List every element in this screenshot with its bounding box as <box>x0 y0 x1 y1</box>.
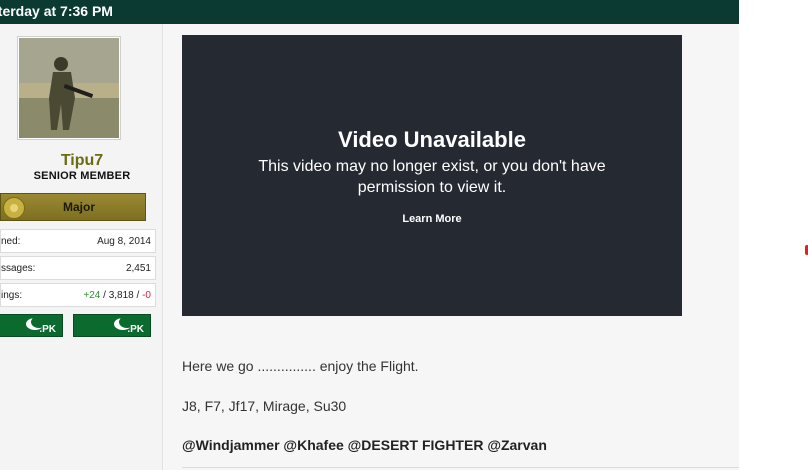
learn-more-link[interactable]: Learn More <box>182 213 682 225</box>
video-unavailable-message: This video may no longer exist, or you d… <box>258 158 606 196</box>
country-flag-badge[interactable]: .PK <box>0 314 63 337</box>
post-text-line: J8, F7, Jf17, Mirage, Su30 <box>182 398 347 414</box>
negative-ratings: -0 <box>142 290 151 301</box>
ratings-separator: / <box>133 290 143 301</box>
page-margin <box>739 0 808 470</box>
post-timestamp[interactable]: sterday at 7:36 PM <box>0 3 113 19</box>
flag-label: .PK <box>39 324 56 335</box>
post-text-line: Here we go ............... enjoy the Fli… <box>182 358 419 374</box>
post-content: Video Unavailable This video may no long… <box>163 24 739 470</box>
stat-value[interactable]: 2,451 <box>126 263 151 274</box>
stat-messages: ssages: 2,451 <box>0 256 156 280</box>
user-mentions[interactable]: @Windjammer @Khafee @DESERT FIGHTER @Zar… <box>182 437 547 453</box>
user-title: SENIOR MEMBER <box>33 170 131 182</box>
stat-value: Aug 8, 2014 <box>97 236 151 247</box>
stat-label: ned: <box>1 236 21 247</box>
soldier-avatar-image <box>19 38 119 138</box>
username[interactable]: Tipu7 <box>0 152 164 170</box>
post-divider <box>182 467 739 468</box>
country-flag-badge[interactable]: .PK <box>73 314 151 337</box>
user-info-sidebar: Tipu7 SENIOR MEMBER Major ned: Aug 8, 20… <box>0 24 163 470</box>
stat-joined: ned: Aug 8, 2014 <box>0 229 156 253</box>
rank-banner: Major <box>0 193 146 221</box>
stat-label: ssages: <box>1 263 36 274</box>
positive-ratings: +24 <box>83 290 101 301</box>
flag-label: .PK <box>127 324 144 335</box>
stat-value: +24 / 3,818 / -0 <box>83 290 151 301</box>
total-ratings: 3,818 <box>108 290 134 301</box>
post-header-bar: sterday at 7:36 PM <box>0 0 739 24</box>
video-embed[interactable]: Video Unavailable This video may no long… <box>182 35 682 316</box>
stat-ratings: ings: +24 / 3,818 / -0 <box>0 283 156 307</box>
video-unavailable-title: Video Unavailable <box>338 127 526 152</box>
stat-label: ings: <box>1 290 23 301</box>
ratings-separator: / <box>100 290 109 301</box>
user-avatar[interactable] <box>17 36 121 140</box>
rank-label: Major <box>62 200 95 214</box>
